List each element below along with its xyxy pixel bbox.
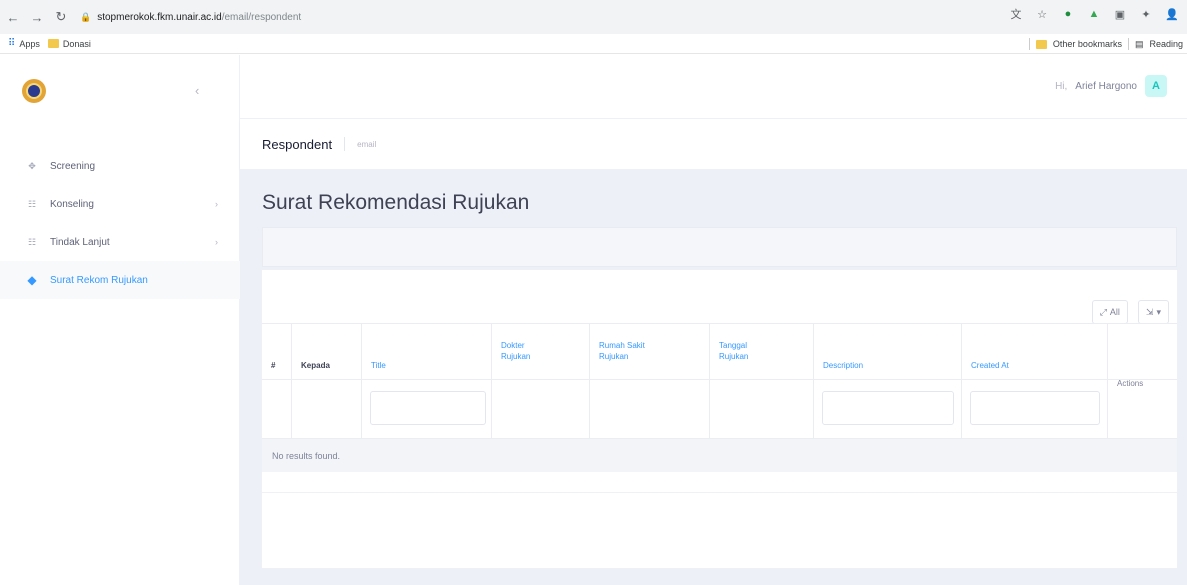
diamond-icon: ◆	[27, 273, 37, 287]
expand-icon: ⤢	[1099, 306, 1107, 317]
reading-list-icon: ▤	[1134, 38, 1144, 49]
bookmark-label: Donasi	[62, 38, 91, 49]
export-button[interactable]: ⇲ ▾	[1137, 300, 1169, 324]
tindak-lanjut-icon: ☷	[27, 236, 37, 247]
logo-emblem	[26, 83, 42, 99]
lock-icon: 🔒	[80, 11, 92, 22]
divider	[344, 137, 346, 151]
column-label: Title	[371, 361, 386, 370]
table-header: # Kepada Title Dokter Rujukan Rumah Saki…	[262, 324, 1177, 439]
divider	[1028, 38, 1030, 50]
other-bookmarks[interactable]: Other bookmarks	[1053, 39, 1122, 49]
column-label: Rumah Sakit Rujukan	[599, 341, 645, 361]
sidebar-item-surat-rekom-rujukan[interactable]: ◆ Surat Rekom Rujukan	[0, 261, 240, 299]
chevron-right-icon: ›	[215, 237, 218, 247]
subheader: Respondent email	[240, 119, 1187, 169]
column-label: Description	[823, 361, 864, 370]
back-icon[interactable]: ←	[2, 6, 24, 28]
star-icon[interactable]: ☆	[1035, 7, 1049, 21]
divider	[1127, 38, 1129, 50]
topbar: Hi, Arief Hargono A	[240, 55, 1187, 119]
filter-row	[262, 379, 1177, 439]
extension-green-icon[interactable]: ●	[1061, 7, 1075, 21]
divider	[262, 492, 1177, 493]
main-content: Surat Rekomendasi Rujukan ⤢ All ⇲ ▾ # Ke…	[240, 169, 1187, 585]
column-label: #	[271, 361, 276, 370]
bookmark-apps[interactable]: ⠿ Apps	[8, 38, 40, 49]
url-path: /email/respondent	[221, 11, 302, 23]
subheader-description: email	[357, 139, 377, 149]
empty-state: No results found.	[262, 438, 1177, 472]
konseling-icon: ☷	[27, 198, 37, 209]
screening-icon: ✥	[28, 160, 36, 171]
user-menu[interactable]: Hi, Arief Hargono A	[1055, 75, 1167, 97]
sidebar-item-tindak-lanjut[interactable]: ☷ Tindak Lanjut ›	[0, 223, 240, 261]
chevron-down-icon: ▾	[1156, 306, 1161, 317]
bookmarks-right: Other bookmarks ▤ Reading	[1028, 34, 1183, 54]
card-header-strip	[262, 227, 1177, 267]
address-bar[interactable]: 🔒 stopmerokok.fkm.unair.ac.id /email/res…	[80, 5, 980, 29]
grid-toolbar: ⤢ All ⇲ ▾	[1091, 300, 1169, 324]
grid-card: ⤢ All ⇲ ▾ # Kepada Title Dokter Rujukan …	[262, 270, 1177, 568]
sidebar-item-label: Surat Rekom Rujukan	[50, 274, 148, 286]
reload-icon[interactable]: ↻	[50, 6, 72, 28]
description-filter-input[interactable]	[822, 391, 954, 425]
column-label: Created At	[971, 361, 1009, 370]
column-label: Dokter Rujukan	[501, 341, 531, 361]
folder-icon	[47, 39, 59, 48]
profile-icon[interactable]: 👤	[1165, 7, 1179, 21]
page-title: Surat Rekomendasi Rujukan	[262, 191, 530, 214]
sidebar-item-label: Konseling	[50, 198, 94, 210]
export-icon: ⇲	[1145, 306, 1154, 317]
drive-icon[interactable]: ▲	[1087, 7, 1101, 21]
created-at-filter-input[interactable]	[970, 391, 1100, 425]
logo[interactable]	[22, 79, 46, 103]
data-table: # Kepada Title Dokter Rujukan Rumah Saki…	[262, 323, 1177, 439]
bookmark-donasi[interactable]: Donasi	[47, 38, 91, 49]
sidebar-item-konseling[interactable]: ☷ Konseling ›	[0, 185, 240, 223]
puzzle-icon[interactable]: ✦	[1139, 7, 1153, 21]
subheader-title: Respondent	[262, 136, 333, 152]
sidebar: ‹ ✥ Screening ☷ Konseling › ☷ Tindak Lan…	[0, 55, 240, 585]
column-label: Kepada	[301, 361, 330, 370]
sidebar-item-screening[interactable]: ✥ Screening	[0, 147, 240, 185]
collapse-sidebar-icon[interactable]: ‹	[195, 83, 199, 98]
title-filter-input[interactable]	[370, 391, 486, 425]
user-name: Arief Hargono	[1075, 80, 1137, 92]
sidebar-item-label: Tindak Lanjut	[50, 236, 110, 248]
translate-icon[interactable]: 文	[1009, 7, 1023, 21]
reading-list[interactable]: Reading	[1149, 39, 1183, 49]
column-label: Tanggal Rujukan	[719, 341, 749, 361]
show-all-button[interactable]: ⤢ All	[1091, 300, 1128, 324]
apps-grid-icon: ⠿	[8, 38, 16, 49]
sidebar-menu: ✥ Screening ☷ Konseling › ☷ Tindak Lanju…	[0, 147, 240, 299]
folder-icon	[1035, 39, 1047, 49]
url-host: stopmerokok.fkm.unair.ac.id	[97, 11, 222, 23]
bookmarks-bar: ⠿ Apps Donasi Other bookmarks ▤ Reading	[0, 34, 1187, 54]
browser-toolbar: ← → ↻ 🔒 stopmerokok.fkm.unair.ac.id /ema…	[0, 0, 1187, 34]
chevron-right-icon: ›	[215, 199, 218, 209]
greeting: Hi,	[1055, 80, 1068, 92]
forward-icon[interactable]: →	[26, 6, 48, 28]
bookmark-label: Apps	[19, 38, 40, 49]
sidebar-item-label: Screening	[50, 160, 96, 172]
extension-icon[interactable]: ▣	[1113, 7, 1127, 21]
show-all-label: All	[1109, 307, 1120, 317]
avatar[interactable]: A	[1145, 75, 1167, 97]
extension-icons: 文 ☆ ● ▲ ▣ ✦ 👤	[1009, 7, 1179, 21]
